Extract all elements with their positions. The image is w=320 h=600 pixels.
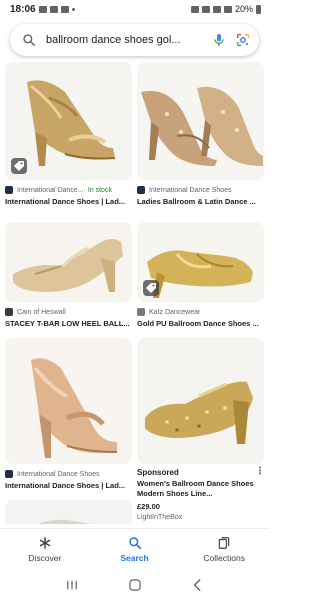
search-query[interactable]: ballroom dance shoes gol...	[46, 34, 203, 46]
bottom-navigation: Discover Search Collections	[0, 528, 269, 570]
shopping-tag-icon	[11, 158, 27, 174]
asterisk-icon	[39, 537, 51, 549]
result-image[interactable]	[5, 500, 132, 524]
result-image[interactable]	[137, 338, 264, 464]
sponsored-result-card[interactable]: Sponsored ⋮ Women's Ballroom Dance Shoes…	[137, 338, 265, 521]
site-favicon-icon	[5, 186, 13, 194]
status-time: 18:06	[10, 3, 36, 15]
battery-percentage: 20%	[234, 4, 253, 14]
result-title[interactable]: Women's Ballroom Dance Shoes Modern Shoe…	[137, 479, 264, 499]
source-name: International Dance Shoes	[149, 186, 232, 194]
home-icon[interactable]	[127, 578, 143, 592]
status-left: 18:06	[10, 4, 75, 15]
nav-label: Search	[120, 553, 149, 563]
nav-label: Collections	[203, 553, 245, 563]
more-notifications-dot-icon	[71, 7, 75, 11]
source-name: International Dance...	[17, 186, 84, 194]
sponsored-label-row: Sponsored ⋮	[137, 467, 265, 478]
signal-icon	[223, 5, 232, 13]
search-bar[interactable]: ballroom dance shoes gol...	[10, 24, 259, 56]
result-title[interactable]: International Dance Shoes | Lad...	[5, 481, 132, 490]
wifi-icon	[212, 5, 221, 13]
source-name: Cain of Heswall	[17, 308, 66, 316]
low-heel-t-bar-shoe-image	[5, 222, 132, 302]
source-name: Katz Dancewear	[149, 308, 201, 316]
result-card[interactable]: Katz Dancewear Gold PU Ballroom Dance Sh…	[137, 222, 264, 328]
mic-icon[interactable]	[211, 32, 227, 48]
result-image[interactable]	[137, 62, 264, 180]
message-icon	[49, 5, 58, 13]
silver-shoe-image	[5, 500, 132, 524]
vibrate-icon	[201, 5, 210, 13]
site-favicon-icon	[137, 308, 145, 316]
result-card[interactable]: International Dance Shoes Ladies Ballroo…	[137, 62, 264, 206]
search-icon	[23, 34, 36, 47]
result-price: £29.00	[137, 502, 160, 511]
search-icon	[128, 537, 141, 550]
status-bar: 18:06 20%	[0, 0, 269, 18]
result-title[interactable]: Ladies Ballroom & Latin Dance ...	[137, 197, 264, 206]
site-favicon-icon	[5, 308, 13, 316]
result-card[interactable]: International Dance... · In stock Intern…	[5, 62, 132, 206]
result-image[interactable]	[5, 62, 132, 180]
back-icon[interactable]	[190, 578, 206, 592]
sponsored-label: Sponsored	[137, 468, 179, 477]
result-image[interactable]	[137, 222, 264, 302]
result-card[interactable]: Cain of Heswall STACEY T-BAR LOW HEEL BA…	[5, 222, 132, 328]
site-favicon-icon	[137, 186, 145, 194]
system-navigation-bar	[0, 570, 269, 600]
result-source: Cain of Heswall	[5, 308, 132, 316]
battery-icon	[256, 4, 261, 14]
result-source: Katz Dancewear	[137, 308, 264, 316]
image-icon	[60, 5, 69, 13]
result-card[interactable]	[5, 500, 132, 524]
result-image[interactable]	[5, 222, 132, 302]
nav-search[interactable]: Search	[90, 529, 180, 570]
nav-label: Discover	[28, 553, 62, 563]
nav-discover[interactable]: Discover	[0, 529, 90, 570]
more-options-icon[interactable]: ⋮	[255, 467, 265, 477]
tan-satin-t-strap-shoe-image	[5, 338, 132, 464]
status-right: 20%	[190, 4, 261, 14]
result-title[interactable]: Gold PU Ballroom Dance Shoes ...	[137, 319, 264, 328]
site-favicon-icon	[5, 470, 13, 478]
glitter-t-strap-shoes-image	[137, 62, 264, 180]
result-title[interactable]: STACEY T-BAR LOW HEEL BALL...	[5, 319, 132, 328]
result-seller: LightInTheBox	[137, 514, 183, 521]
result-card[interactable]: International Dance Shoes International …	[5, 338, 132, 490]
shopping-tag-icon	[143, 280, 159, 296]
result-source: International Dance Shoes	[137, 186, 264, 194]
nav-collections[interactable]: Collections	[179, 529, 269, 570]
image-results-grid: International Dance... · In stock Intern…	[0, 62, 269, 524]
alarm-icon	[190, 5, 199, 13]
source-name: International Dance Shoes	[17, 470, 100, 478]
glitter-gold-shoe-image	[137, 338, 264, 464]
stock-status: · In stock	[83, 186, 112, 194]
result-image[interactable]	[5, 338, 132, 464]
collections-icon	[218, 537, 230, 549]
result-title[interactable]: International Dance Shoes | Lad...	[5, 197, 132, 206]
result-source: International Dance... · In stock	[5, 186, 132, 194]
google-lens-icon[interactable]	[235, 32, 251, 48]
result-source: International Dance Shoes	[5, 470, 132, 478]
recents-icon[interactable]	[64, 578, 80, 592]
notification-icon	[38, 5, 47, 13]
